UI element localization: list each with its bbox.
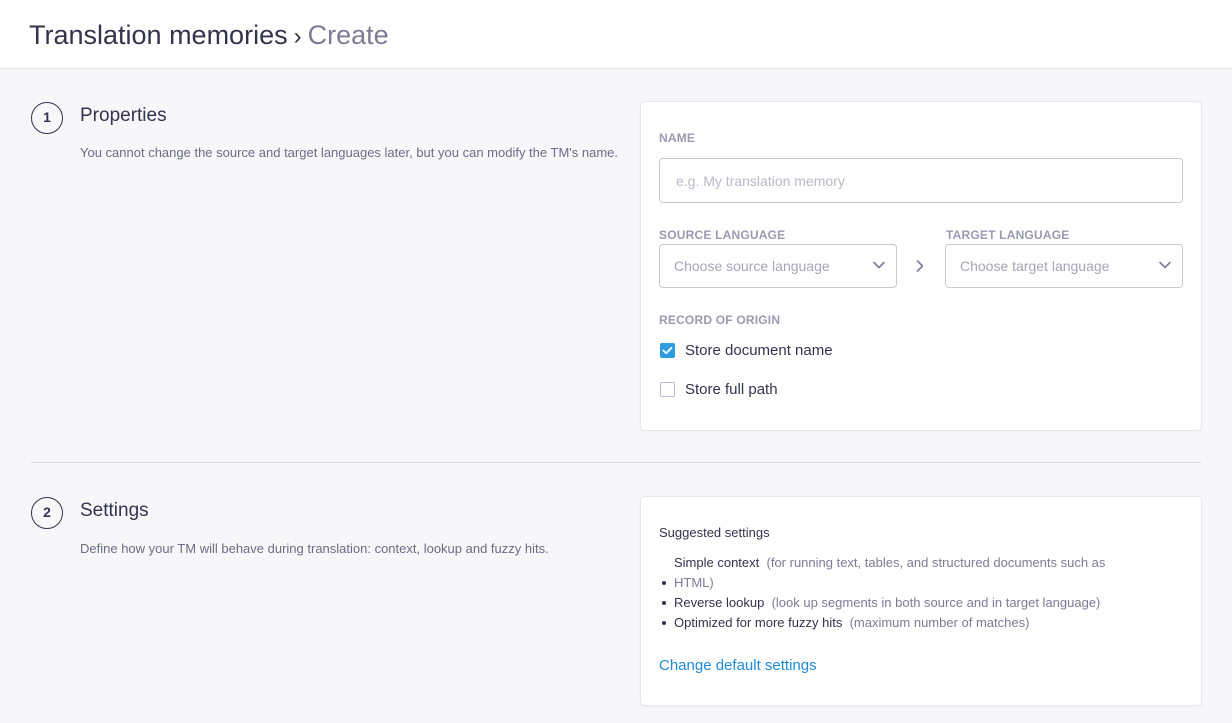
settings-title: Settings — [80, 500, 149, 521]
target-language-select[interactable]: Choose target language — [945, 244, 1183, 288]
step-number-2: 2 — [31, 497, 63, 529]
bullet-dot — [662, 601, 666, 605]
name-label: NAME — [659, 131, 696, 145]
store-document-name-checkbox[interactable] — [660, 343, 675, 358]
check-icon — [662, 346, 673, 355]
setting-hint: (for running text, tables, and structure… — [766, 555, 1106, 570]
setting-hint: (maximum number of matches) — [849, 615, 1030, 630]
step-number-1: 1 — [31, 102, 63, 134]
settings-description: Define how your TM will behave during tr… — [80, 541, 549, 556]
setting-name: Simple context — [674, 555, 760, 570]
target-language-label: TARGET LANGUAGE — [946, 228, 1070, 242]
setting-name: Optimized for more fuzzy hits — [674, 615, 843, 630]
breadcrumb: Translation memories › Create — [29, 18, 389, 54]
source-language-placeholder: Choose source language — [674, 258, 830, 274]
chevron-down-icon — [872, 258, 886, 277]
source-language-label: SOURCE LANGUAGE — [659, 228, 786, 242]
setting-hint-continued: HTML) — [674, 575, 714, 590]
breadcrumb-separator: › — [293, 23, 302, 50]
list-item: Optimized for more fuzzy hits (maximum n… — [659, 613, 1159, 633]
suggested-settings-title: Suggested settings — [659, 525, 770, 540]
store-full-path-checkbox[interactable] — [660, 382, 675, 397]
change-default-settings-link[interactable]: Change default settings — [659, 657, 817, 674]
breadcrumb-current: Create — [307, 20, 389, 50]
name-input[interactable] — [659, 158, 1183, 203]
list-item: Reverse lookup (look up segments in both… — [659, 593, 1159, 613]
properties-description: You cannot change the source and target … — [80, 145, 619, 160]
target-language-placeholder: Choose target language — [960, 258, 1110, 274]
bullet-dot — [662, 621, 666, 625]
suggested-settings-list: Simple context (for running text, tables… — [659, 553, 1159, 633]
bullet-dot — [662, 581, 666, 585]
list-item: Simple context (for running text, tables… — [659, 553, 1159, 593]
store-full-path-label[interactable]: Store full path — [685, 381, 778, 398]
chevron-down-icon — [1158, 258, 1172, 277]
setting-hint: (look up segments in both source and in … — [771, 595, 1101, 610]
chevron-right-icon — [914, 259, 926, 278]
properties-title: Properties — [80, 105, 167, 126]
header-bar: Translation memories › Create — [0, 0, 1232, 69]
record-of-origin-label: RECORD OF ORIGIN — [659, 313, 781, 327]
breadcrumb-root-link[interactable]: Translation memories — [29, 20, 288, 50]
source-language-select[interactable]: Choose source language — [659, 244, 897, 288]
store-document-name-label[interactable]: Store document name — [685, 342, 833, 359]
section-divider — [31, 462, 1201, 463]
setting-name: Reverse lookup — [674, 595, 765, 610]
